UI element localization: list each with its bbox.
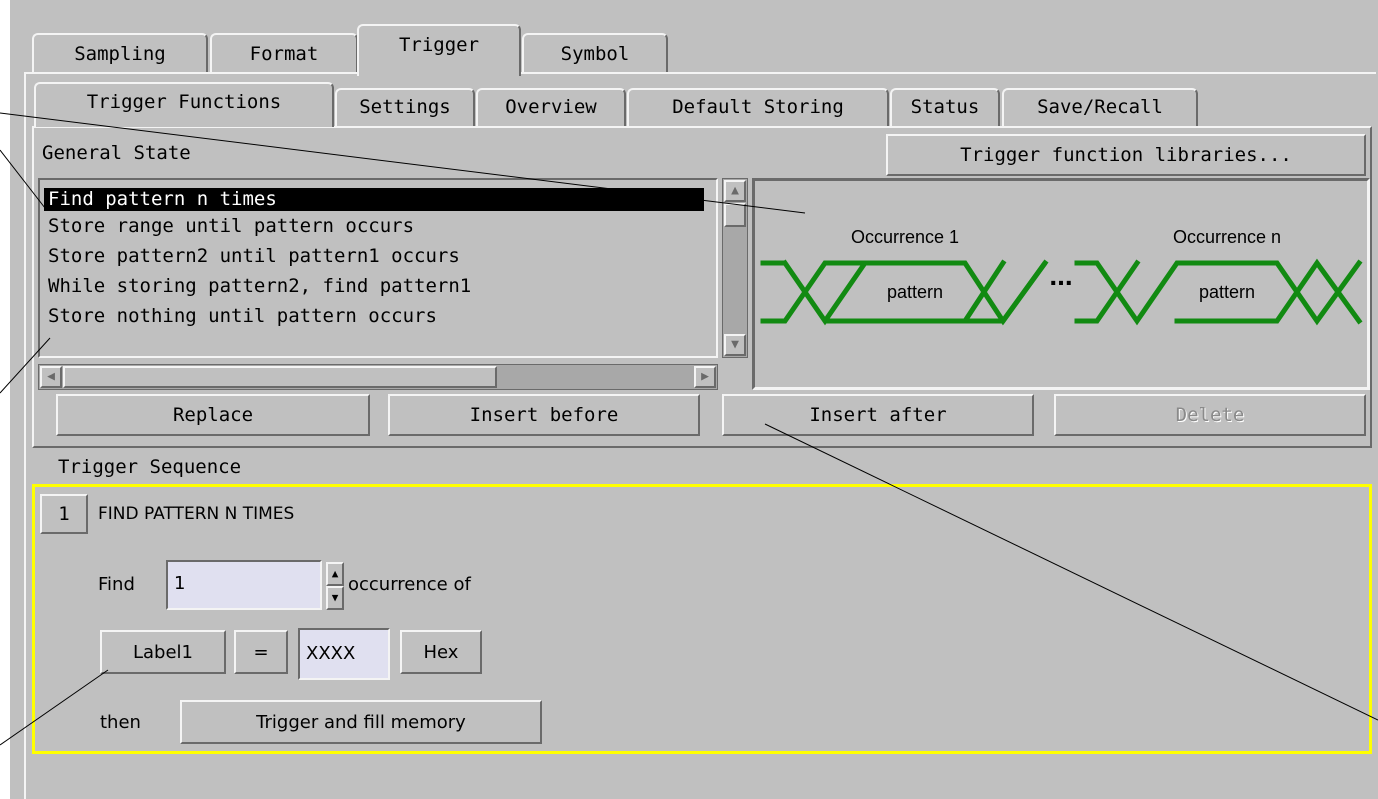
tab-trigger-label: Trigger [398,34,480,56]
subtab-save-recall[interactable]: Save/Recall [1002,88,1198,126]
scroll-left-arrow-icon[interactable]: ◀ [40,366,62,388]
subtab-trigger-functions-label: Trigger Functions [86,91,282,113]
subtab-trigger-functions[interactable]: Trigger Functions [34,82,334,127]
pattern-value: XXXX [306,643,356,664]
trigger-action-button-label: Trigger and fill memory [256,711,466,733]
function-list-item-label: Store pattern2 until pattern1 occurs [48,245,460,267]
function-list-item[interactable]: Store nothing until pattern occurs [44,301,704,331]
general-state-label: General State [42,142,191,164]
trigger-function-libraries-button[interactable]: Trigger function libraries... [886,134,1366,176]
function-list-item-label: While storing pattern2, find pattern1 [48,275,472,297]
tab-sampling-label: Sampling [74,43,166,65]
trigger-function-libraries-button-label: Trigger function libraries... [960,144,1292,166]
horizontal-scroll-thumb[interactable] [63,366,497,388]
tab-format[interactable]: Format [210,33,358,73]
label-select-button-label: Label1 [132,641,193,663]
replace-button-label: Replace [172,404,254,426]
subtab-overview-label: Overview [505,96,597,118]
find-label: Find [98,574,135,595]
subtab-settings[interactable]: Settings [335,88,475,126]
then-label: then [100,712,141,733]
function-list-item[interactable]: Find pattern n times [44,188,704,211]
replace-button[interactable]: Replace [56,394,370,436]
subtab-default-storing[interactable]: Default Storing [627,88,889,126]
occurrence-count-value: 1 [174,573,186,594]
waveform-line [999,259,1049,325]
trigger-action-button[interactable]: Trigger and fill memory [180,700,542,744]
occurrence-count-input[interactable]: 1 [166,560,322,610]
number-base-button[interactable]: Hex [400,630,482,674]
ellipsis-label: ... [1049,260,1072,291]
pattern-value-input[interactable]: XXXX [298,628,390,680]
step-number-label: 1 [58,503,70,525]
tab-trigger[interactable]: Trigger [357,24,521,76]
waveform-line [760,259,1007,324]
occurrence-of-label: occurrence of [348,574,471,595]
scroll-right-arrow-icon[interactable]: ▶ [694,366,716,388]
vertical-scroll-thumb[interactable] [724,203,746,227]
scroll-up-arrow-icon[interactable]: ▲ [724,180,746,202]
trigger-sequence-title: Trigger Sequence [58,456,242,478]
count-increment-arrow-icon[interactable]: ▲ [326,562,344,586]
pattern-label: pattern [1199,282,1255,302]
tab-sampling[interactable]: Sampling [32,33,208,73]
tab-symbol-label: Symbol [560,43,630,65]
tab-symbol[interactable]: Symbol [522,33,668,73]
subtab-status-label: Status [910,96,980,118]
number-base-button-label: Hex [423,641,459,663]
insert-after-button-label: Insert after [809,404,947,426]
function-list-item[interactable]: Store pattern2 until pattern1 occurs [44,241,704,271]
step-number-button[interactable]: 1 [40,494,88,534]
tab-format-label: Format [249,43,319,65]
subtab-save-recall-label: Save/Recall [1037,96,1163,118]
subtab-status[interactable]: Status [890,88,1000,126]
function-list-item-label: Find pattern n times [48,188,277,210]
occurrence-last-label: Occurrence n [1173,227,1281,247]
pattern-waveform: Occurrence 1 Occurrence n pattern patter… [760,227,1363,326]
delete-button[interactable]: Delete [1054,394,1366,436]
subtab-default-storing-label: Default Storing [672,96,844,118]
scroll-down-arrow-icon[interactable]: ▼ [724,334,746,356]
subtab-overview[interactable]: Overview [476,88,626,126]
insert-before-button[interactable]: Insert before [388,394,700,436]
operator-button-label: = [253,641,269,663]
subtab-settings-label: Settings [359,96,451,118]
insert-before-button-label: Insert before [469,404,619,426]
count-decrement-arrow-icon[interactable]: ▼ [326,586,344,610]
function-list-item[interactable]: While storing pattern2, find pattern1 [44,271,704,301]
function-list-item-label: Store nothing until pattern occurs [48,305,437,327]
function-list-item-label: Store range until pattern occurs [48,215,415,237]
occurrence-first-label: Occurrence 1 [851,227,959,247]
pattern-label: pattern [887,282,943,302]
step-title: FIND PATTERN N TIMES [98,504,295,524]
function-list: Find pattern n times Store range until p… [44,188,704,331]
function-list-item[interactable]: Store range until pattern occurs [44,211,704,241]
insert-after-button[interactable]: Insert after [722,394,1034,436]
function-preview-diagram: Occurrence 1 Occurrence n pattern patter… [752,178,1370,390]
delete-button-label: Delete [1175,404,1245,426]
label-select-button[interactable]: Label1 [100,630,226,674]
operator-button[interactable]: = [234,630,288,674]
